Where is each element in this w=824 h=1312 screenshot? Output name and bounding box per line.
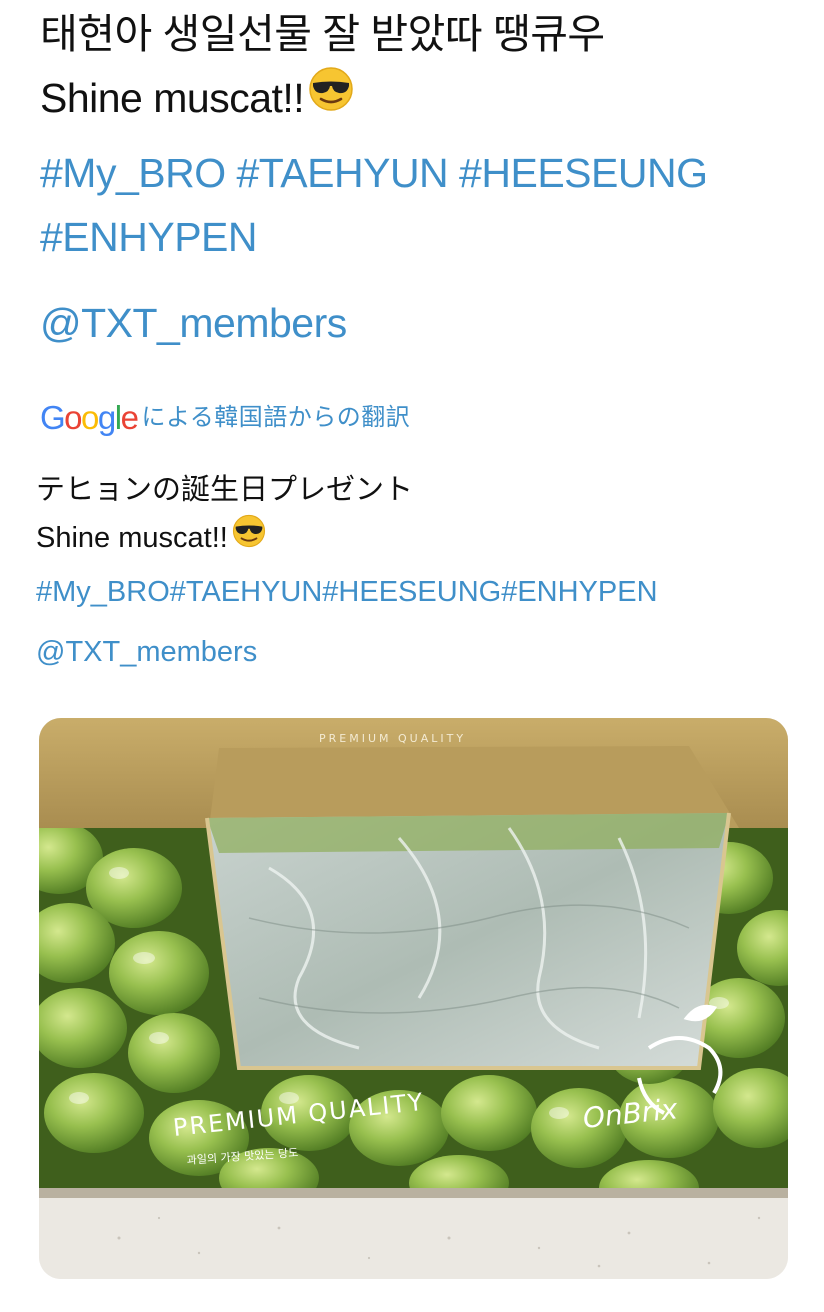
- google-logo: Google: [40, 399, 139, 436]
- tweet-line-korean: 태현아 생일선물 잘 받았따 땡큐우: [40, 11, 605, 57]
- sunglasses-emoji-icon: [308, 66, 354, 130]
- tweet-text: 태현아 생일선물 잘 받았따 땡큐우 Shine muscat!!: [40, 2, 800, 130]
- translated-hashtags-link[interactable]: #My_BRO#TAEHYUN#HEESEUNG#ENHYPEN: [36, 562, 806, 622]
- translation-attribution[interactable]: Google による韓国語からの翻訳: [40, 398, 410, 438]
- grape-box-photo: PREMIUM QUALITY PREMIUM QUALITY 과일의 가장 맛…: [39, 718, 788, 1279]
- tweet-line-shine-muscat-text: Shine muscat!!: [40, 75, 305, 121]
- translated-mention-link[interactable]: @TXT_members: [36, 622, 806, 682]
- tweet-line-shine-muscat: Shine muscat!!: [40, 66, 800, 130]
- translation-attribution-text: による韓国語からの翻訳: [141, 404, 411, 431]
- translated-line-japanese: テヒョンの誕生日プレゼント: [36, 474, 414, 506]
- tweet-photo[interactable]: PREMIUM QUALITY PREMIUM QUALITY 과일의 가장 맛…: [39, 718, 788, 1279]
- hashtag-link-group-1[interactable]: #My_BRO #TAEHYUN #HEESEUNG: [40, 141, 800, 205]
- translated-text: テヒョンの誕生日プレゼント Shine muscat!! #My_BRO#TAE…: [36, 466, 806, 682]
- tweet-hashtags: #My_BRO #TAEHYUN #HEESEUNG #ENHYPEN: [40, 141, 800, 269]
- translated-line-shine-muscat-text: Shine muscat!!: [36, 522, 228, 554]
- sunglasses-emoji-icon: [232, 514, 266, 563]
- hashtag-link-enhypen[interactable]: #ENHYPEN: [40, 205, 800, 269]
- translated-line-shine-muscat: Shine muscat!!: [36, 514, 806, 562]
- lid-text: PREMIUM QUALITY: [319, 732, 466, 745]
- tweet-mention-link[interactable]: @TXT_members: [40, 291, 347, 355]
